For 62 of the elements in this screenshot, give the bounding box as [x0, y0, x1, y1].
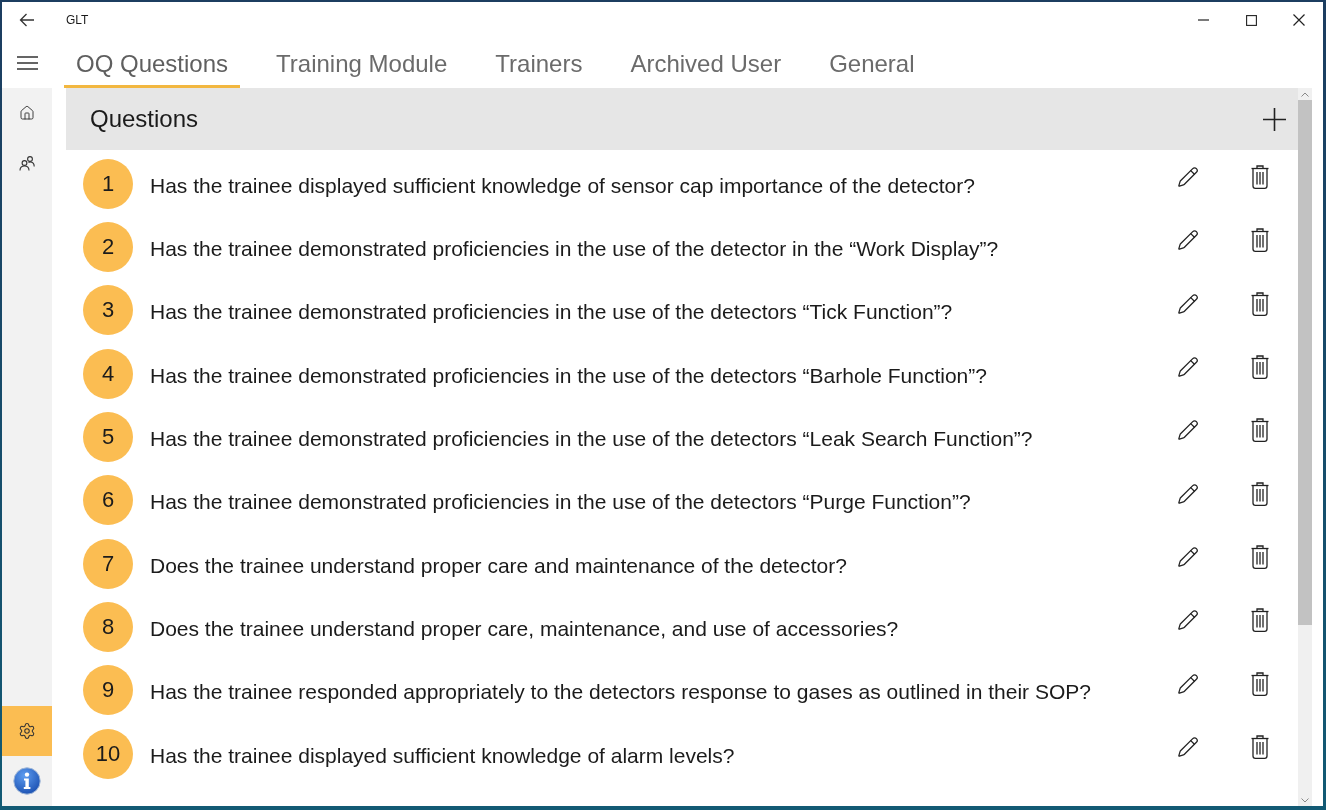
window-title: GLT	[66, 13, 89, 27]
panel-title: Questions	[90, 105, 200, 133]
scroll-up-icon	[1301, 91, 1309, 97]
question-text: Has the trainee displayed sufficient knowledge of sensor cap importance of the detector?	[150, 172, 976, 198]
pencil-icon	[1177, 545, 1199, 568]
settings-button[interactable]	[2, 706, 52, 756]
question-text: Has the trainee demonstrated proficiencies in the use of the detector in the “Work Display”?	[150, 236, 1000, 261]
question-text: Has the trainee displayed sufficient knowledge of alarm levels?	[150, 742, 736, 768]
maximize-icon	[1245, 14, 1257, 26]
trash-icon	[1251, 291, 1269, 316]
pencil-icon	[1177, 419, 1199, 442]
question-number: 5	[83, 411, 133, 462]
pencil-icon	[1177, 292, 1199, 315]
tab[interactable]: General	[817, 38, 927, 88]
pencil-icon	[1177, 356, 1199, 378]
question-number: 3	[83, 285, 133, 336]
close-icon	[1293, 14, 1305, 26]
trash-icon	[1251, 355, 1269, 379]
scrollbar[interactable]	[1298, 88, 1312, 806]
question-text: Has the trainee demonstrated proficiencies in the use of the detectors “Purge Function”?	[150, 489, 972, 515]
trash-icon	[1251, 228, 1269, 253]
question-text: Has the trainee demonstrated proficiencies in the use of the detectors “Leak Search Function”?	[150, 425, 1034, 451]
question-number: 8	[83, 601, 133, 652]
question-text: Has the trainee demonstrated proficiencies in the use of the detectors “Barhole Function”?	[150, 362, 988, 388]
back-arrow-icon	[19, 13, 35, 27]
question-text: Does the trainee understand proper care, maintenance, and use of accessories?	[150, 615, 900, 641]
info-icon	[13, 767, 41, 795]
question-number: 9	[83, 665, 133, 716]
trash-icon	[1251, 544, 1269, 569]
trash-icon	[1251, 418, 1269, 443]
people-icon	[19, 155, 35, 171]
settings-icon	[18, 722, 36, 740]
question-number: 4	[83, 348, 133, 399]
pencil-icon	[1177, 166, 1199, 188]
trash-icon	[1251, 671, 1269, 696]
add-icon	[1262, 107, 1286, 131]
trash-icon	[1251, 481, 1269, 506]
pencil-icon	[1177, 229, 1199, 252]
pencil-icon	[1177, 609, 1199, 632]
question-number: 7	[83, 538, 133, 589]
menu-icon	[16, 56, 38, 70]
trash-icon	[1251, 734, 1269, 759]
minimize-icon	[1197, 19, 1209, 21]
question-number: 2	[83, 222, 133, 272]
pencil-icon	[1177, 482, 1199, 505]
pencil-icon	[1177, 735, 1199, 758]
tab[interactable]: Training Module	[264, 38, 460, 88]
question-text: Has the trainee responded appropriately to the detectors response to gases as outlined in their SOP?	[150, 679, 1092, 705]
pencil-icon	[1177, 672, 1199, 695]
trash-icon	[1251, 608, 1269, 633]
question-number: 1	[83, 158, 133, 209]
question-number: 6	[83, 475, 133, 526]
scroll-down-icon	[1301, 797, 1309, 803]
scrollbar-thumb[interactable]	[1298, 100, 1312, 625]
add-button[interactable]	[1261, 106, 1287, 132]
tab[interactable]: Archived User	[618, 38, 794, 88]
tab[interactable]: Trainers	[483, 38, 595, 88]
trash-icon	[1251, 165, 1269, 189]
home-icon	[19, 105, 35, 121]
question-text: Has the trainee demonstrated proficiencies in the use of the detectors “Tick Function”?	[150, 299, 954, 325]
question-text: Does the trainee understand proper care and maintenance of the detector?	[150, 552, 848, 578]
question-number: 10	[83, 728, 133, 779]
